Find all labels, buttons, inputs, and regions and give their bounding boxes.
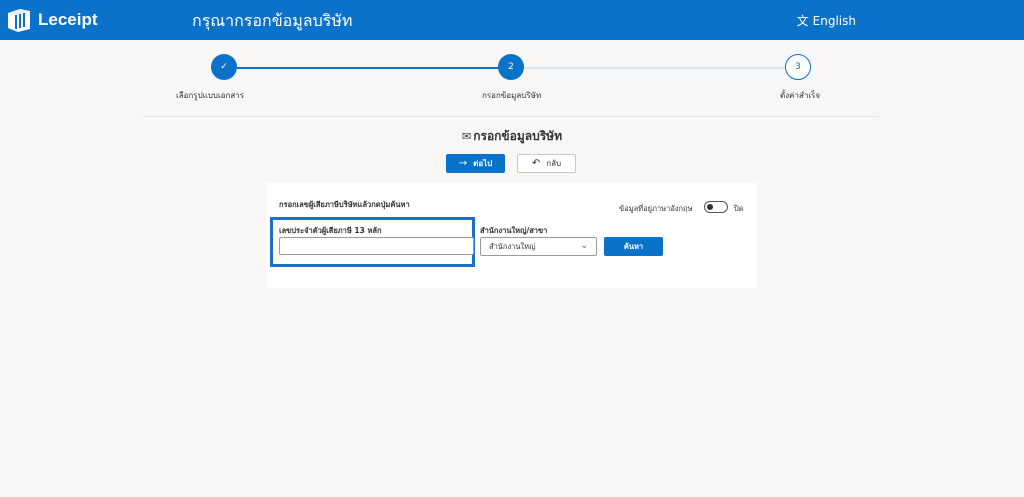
undo-icon: ↶: [531, 158, 541, 169]
step-2-number: 2: [508, 62, 514, 72]
progress-stepper: ✓ 2 3 เลือกรูปแบบเอกสาร กรอกข้อมูลบริษัท…: [0, 52, 1024, 112]
back-button-label: กลับ: [546, 159, 562, 168]
step-1-circle: ✓: [211, 54, 237, 80]
search-button[interactable]: ค้นหา: [604, 237, 663, 256]
next-button[interactable]: → ต่อไป: [446, 154, 505, 173]
step-2-circle: 2: [498, 54, 524, 80]
branch-label: สำนักงานใหญ่/สาขา: [480, 226, 548, 235]
mail-icon: ✉: [462, 130, 472, 143]
form-instruction: กรอกเลขผู้เสียภาษีบริษัทแล้วกดปุ่มค้นหา: [279, 200, 410, 209]
arrow-right-icon: →: [458, 158, 468, 169]
english-address-toggle-state: ปิด: [734, 204, 744, 213]
branch-select[interactable]: สำนักงานใหญ่ ⌄: [480, 237, 597, 256]
receipt-logo-icon: [8, 9, 30, 32]
check-icon: ✓: [220, 62, 228, 72]
brand[interactable]: Leceipt: [6, 7, 98, 33]
stepper-line-completed: [237, 67, 499, 69]
section-title-text: กรอกข้อมูลบริษัท: [473, 129, 562, 143]
search-button-label: ค้นหา: [623, 241, 644, 251]
branch-selected-value: สำนักงานใหญ่: [489, 241, 536, 251]
english-address-toggle-label: ข้อมูลที่อยู่ภาษาอังกฤษ: [619, 204, 693, 213]
english-address-toggle[interactable]: [704, 201, 728, 213]
brand-name: Leceipt: [38, 10, 98, 29]
language-switch-button[interactable]: 文 English: [797, 12, 856, 29]
back-button[interactable]: ↶ กลับ: [517, 154, 576, 173]
next-button-label: ต่อไป: [473, 159, 493, 168]
company-form-card: กรอกเลขผู้เสียภาษีบริษัทแล้วกดปุ่มค้นหา …: [266, 183, 757, 288]
translate-icon: 文: [796, 14, 809, 28]
step-2-label: กรอกข้อมูลบริษัท: [482, 91, 542, 100]
step-1-label: เลือกรูปแบบเอกสาร: [176, 91, 245, 100]
language-label: English: [812, 13, 856, 28]
page-title: ✉ กรอกข้อมูลบริษัท: [0, 127, 1024, 146]
tax-id-label: เลขประจำตัวผู้เสียภาษี 13 หลัก: [279, 226, 382, 235]
header-title: กรุณากรอกข้อมูลบริษัท: [192, 11, 353, 30]
toggle-knob: [707, 204, 713, 210]
chevron-down-icon: ⌄: [580, 241, 588, 251]
divider: [143, 116, 879, 117]
top-app-bar: Leceipt กรุณากรอกข้อมูลบริษัท 文 English: [0, 0, 1024, 40]
step-3-label: ตั้งค่าสำเร็จ: [780, 91, 821, 100]
step-3-number: 3: [795, 62, 801, 72]
stepper-line-pending: [524, 67, 786, 69]
tax-id-input[interactable]: [279, 237, 474, 255]
step-3-circle: 3: [785, 54, 811, 80]
